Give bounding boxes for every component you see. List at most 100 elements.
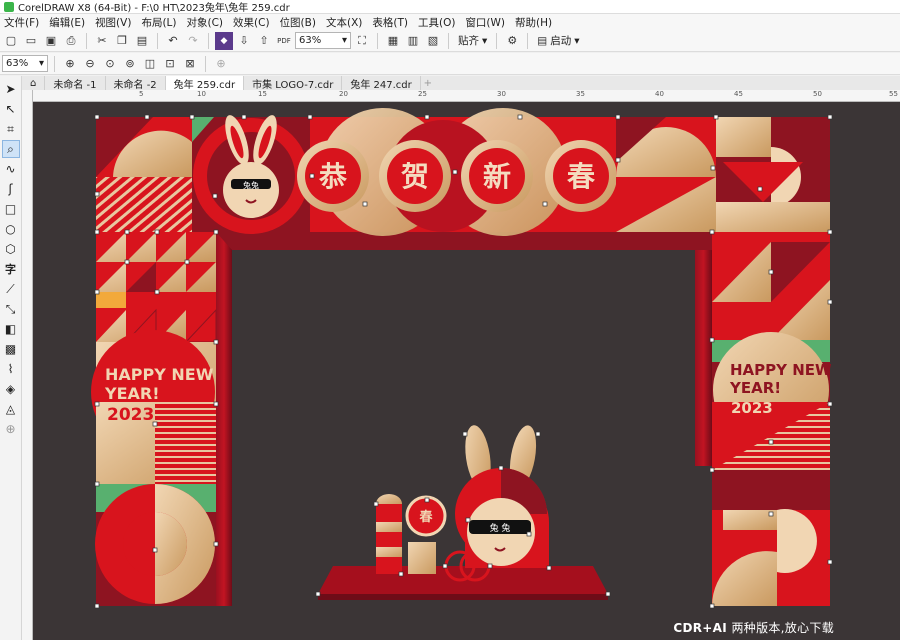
show-grid-icon[interactable]: ▥ bbox=[404, 32, 422, 50]
zoom-out-icon[interactable]: ⊖ bbox=[81, 55, 99, 73]
tab-home[interactable]: ⌂ bbox=[22, 76, 46, 90]
zoom-tool-icon[interactable]: ⌕ bbox=[1, 140, 20, 158]
coreldraw-logo-icon bbox=[4, 1, 14, 12]
options-gear-icon[interactable]: ⚙ bbox=[503, 32, 521, 50]
chevron-down-icon: ▾ bbox=[341, 35, 347, 46]
artistic-media-tool-icon[interactable]: ʃ bbox=[2, 180, 20, 198]
happy-new-year-left-line2: YEAR! bbox=[104, 384, 160, 403]
menu-object[interactable]: 对象(C) bbox=[187, 15, 224, 30]
add-tool-icon[interactable]: ⊕ bbox=[2, 420, 20, 438]
horizontal-ruler[interactable]: 5 10 15 20 25 30 35 40 45 50 55 bbox=[33, 90, 900, 102]
ellipse-tool-icon[interactable]: ○ bbox=[2, 220, 20, 238]
export-icon[interactable]: ⇧ bbox=[255, 32, 273, 50]
rectangle-tool-icon[interactable]: □ bbox=[2, 200, 20, 218]
zoom-to-page-icon[interactable]: ◫ bbox=[141, 55, 159, 73]
happy-new-year-right-line2: YEAR! bbox=[729, 379, 781, 397]
menu-window[interactable]: 窗口(W) bbox=[465, 15, 505, 30]
rabbit-main-illustration[interactable]: 兔 兔 bbox=[455, 423, 549, 568]
polygon-tool-icon[interactable]: ⬡ bbox=[2, 240, 20, 258]
menu-layout[interactable]: 布局(L) bbox=[141, 15, 176, 30]
toolbar-divider bbox=[157, 32, 158, 49]
save-icon[interactable]: ▣ bbox=[42, 32, 60, 50]
tab-rabbit-259[interactable]: 兔年 259.cdr bbox=[165, 76, 245, 91]
menu-bitmaps[interactable]: 位图(B) bbox=[280, 15, 316, 30]
zoom-to-width-icon[interactable]: ⊡ bbox=[161, 55, 179, 73]
menu-tools[interactable]: 工具(O) bbox=[418, 15, 455, 30]
launcher-label: 启动 bbox=[550, 35, 572, 47]
menu-help[interactable]: 帮助(H) bbox=[515, 15, 552, 30]
redo-icon[interactable]: ↷ bbox=[184, 32, 202, 50]
drop-shadow-tool-icon[interactable]: ◧ bbox=[2, 320, 20, 338]
import-icon[interactable]: ⇩ bbox=[235, 32, 253, 50]
happy-new-year-left-line1: HAPPY NEW bbox=[105, 365, 214, 384]
parallel-dimension-tool-icon[interactable]: ⟋ bbox=[2, 280, 20, 298]
right-pillar-inner[interactable] bbox=[695, 232, 712, 466]
drawing-canvas[interactable]: 恭 贺 新 春 兔兔 HAPPY NEW YEAR! 2023 HAPPY NE… bbox=[33, 102, 900, 640]
cut-icon[interactable]: ✂ bbox=[93, 32, 111, 50]
tab-rabbit-247[interactable]: 兔年 247.cdr bbox=[342, 76, 421, 91]
ruler-number: 20 bbox=[339, 90, 348, 98]
toolbar-divider bbox=[86, 32, 87, 49]
tab-market-logo-7[interactable]: 市集 LOGO-7.cdr bbox=[244, 76, 343, 91]
menu-bar: 文件(F) 编辑(E) 视图(V) 布局(L) 对象(C) 效果(C) 位图(B… bbox=[0, 14, 900, 30]
eyedropper-tool-icon[interactable]: ⌇ bbox=[2, 360, 20, 378]
document-tabs: ⌂ 未命名 -1 未命名 -2 兔年 259.cdr 市集 LOGO-7.cdr… bbox=[22, 76, 900, 91]
crop-tool-icon[interactable]: ⌗ bbox=[2, 120, 20, 138]
new-tab-plus-icon[interactable]: + bbox=[421, 78, 435, 89]
zoom-to-height-icon[interactable]: ⊠ bbox=[181, 55, 199, 73]
open-folder-icon[interactable]: ▭ bbox=[22, 32, 40, 50]
property-zoom-value: 63% bbox=[6, 58, 29, 69]
arch-underside[interactable] bbox=[216, 232, 712, 250]
toolbar-divider bbox=[496, 32, 498, 49]
application-launcher-button[interactable]: ▤ 启动 ▾ bbox=[534, 33, 582, 48]
tab-untitled-2[interactable]: 未命名 -2 bbox=[106, 76, 166, 91]
toolbar-divider bbox=[527, 32, 529, 49]
tab-untitled-1[interactable]: 未命名 -1 bbox=[45, 76, 106, 91]
happy-new-year-right-line1: HAPPY NEW bbox=[730, 361, 832, 379]
publish-pdf-icon[interactable]: PDF bbox=[275, 32, 293, 50]
freehand-tool-icon[interactable]: ∿ bbox=[2, 160, 20, 178]
shape-tool-icon[interactable]: ↖ bbox=[2, 100, 20, 118]
zoom-to-all-objects-icon[interactable]: ⊚ bbox=[121, 55, 139, 73]
standard-toolbar: ▢ ▭ ▣ ⎙ ✂ ❐ ▤ ↶ ↷ ◆ ⇩ ⇧ PDF 63% ▾ ⛶ ▦ ▥ … bbox=[0, 30, 900, 52]
zoom-level-value: 63% bbox=[299, 35, 322, 46]
zoom-to-selected-icon[interactable]: ⊙ bbox=[101, 55, 119, 73]
menu-table[interactable]: 表格(T) bbox=[372, 15, 408, 30]
vertical-ruler[interactable] bbox=[22, 90, 33, 640]
menu-view[interactable]: 视图(V) bbox=[95, 15, 131, 30]
show-guidelines-icon[interactable]: ▧ bbox=[424, 32, 442, 50]
property-zoom-select[interactable]: 63% ▾ bbox=[2, 55, 48, 72]
full-screen-icon[interactable]: ⛶ bbox=[353, 32, 371, 50]
text-tool-icon[interactable]: 字 bbox=[2, 260, 20, 278]
paste-icon[interactable]: ▤ bbox=[133, 32, 151, 50]
print-icon[interactable]: ⎙ bbox=[62, 32, 80, 50]
add-preset-icon[interactable]: ⊕ bbox=[212, 55, 230, 73]
toolbox: ➤ ↖ ⌗ ⌕ ∿ ʃ □ ○ ⬡ 字 ⟋ ⤡ ◧ ▩ ⌇ ◈ ◬ ⊕ bbox=[0, 76, 22, 640]
transparency-tool-icon[interactable]: ▩ bbox=[2, 340, 20, 358]
launcher-icon: ▤ bbox=[537, 34, 548, 47]
copy-icon[interactable]: ❐ bbox=[113, 32, 131, 50]
watermark-caption: 两种版本,放心下载 bbox=[731, 621, 834, 635]
home-icon: ⌂ bbox=[30, 77, 37, 89]
snap-to-label: 贴齐 bbox=[458, 35, 479, 47]
search-content-icon[interactable]: ◆ bbox=[215, 31, 233, 50]
interactive-fill-tool-icon[interactable]: ◈ bbox=[2, 380, 20, 398]
ruler-number: 10 bbox=[197, 90, 206, 98]
snap-to-button[interactable]: 贴齐 ▾ bbox=[455, 33, 490, 48]
show-rulers-icon[interactable]: ▦ bbox=[384, 32, 402, 50]
smart-fill-tool-icon[interactable]: ◬ bbox=[2, 400, 20, 418]
menu-effects[interactable]: 效果(C) bbox=[233, 15, 270, 30]
undo-icon[interactable]: ↶ bbox=[164, 32, 182, 50]
chevron-down-icon: ▾ bbox=[574, 34, 580, 47]
ruler-number: 25 bbox=[418, 90, 427, 98]
pick-tool-icon[interactable]: ➤ bbox=[2, 80, 20, 98]
connector-tool-icon[interactable]: ⤡ bbox=[2, 300, 20, 318]
menu-file[interactable]: 文件(F) bbox=[4, 15, 39, 30]
new-document-icon[interactable]: ▢ bbox=[2, 32, 20, 50]
menu-edit[interactable]: 编辑(E) bbox=[49, 15, 85, 30]
zoom-in-icon[interactable]: ⊕ bbox=[61, 55, 79, 73]
menu-text[interactable]: 文本(X) bbox=[326, 15, 362, 30]
left-pillar-inner[interactable] bbox=[216, 232, 232, 606]
zoom-level-select[interactable]: 63% ▾ bbox=[295, 32, 351, 49]
year-left: 2023 bbox=[107, 405, 154, 425]
